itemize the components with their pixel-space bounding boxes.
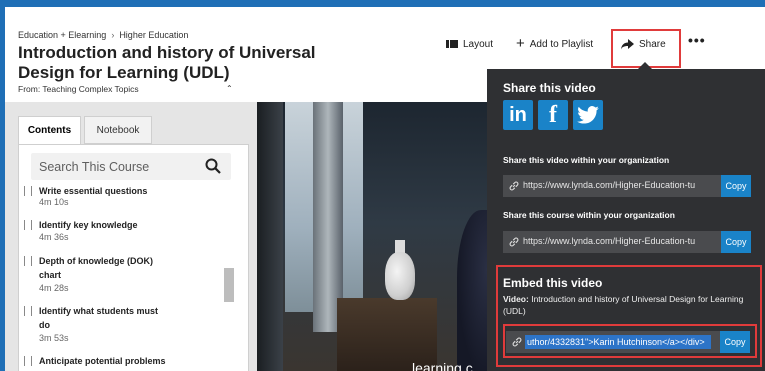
share-org-video-url-field[interactable]: https://www.lynda.com/Higher-Education-t… [503,175,751,197]
checkbox-icon[interactable] [24,356,32,366]
list-item[interactable]: Depth of knowledge (DOK) chart 4m 28s [24,254,229,294]
item-duration: 4m 36s [39,232,69,242]
embed-code[interactable]: uthor/4332831">Karin Hutchinson</a></div… [525,335,711,349]
share-popup-title: Share this video [503,81,596,95]
list-item[interactable]: Write essential questions 4m 10s [24,184,229,210]
share-org-video-label: Share this video within your organizatio… [503,155,670,165]
add-to-playlist-label: Add to Playlist [529,38,594,50]
item-duration: 3m 53s [39,333,69,343]
course-sidebar: Contents Notebook Write essential questi… [5,102,257,371]
video-player[interactable]: learning c [257,102,507,371]
linkedin-icon[interactable]: in [503,100,533,130]
item-title: Identify what students must do [39,306,159,330]
video-scene-frame [257,102,283,371]
share-arrow-icon [621,38,634,49]
item-duration: 4m 28s [39,283,69,293]
share-popup: Share this video in f Share this video w… [487,69,765,371]
embed-description: Video: Introduction and history of Unive… [503,293,753,317]
tab-contents[interactable]: Contents [18,116,81,144]
checkbox-icon[interactable] [24,256,32,266]
item-title: Depth of knowledge (DOK) chart [39,256,153,280]
search-box [31,153,231,180]
embed-video-title: Introduction and history of Universal De… [503,294,744,316]
breadcrumb-item-education[interactable]: Education + Elearning [18,30,106,40]
copy-video-url-button[interactable]: Copy [721,175,751,197]
checkbox-icon[interactable] [24,186,32,196]
chevron-right-icon: › [111,30,115,40]
list-item[interactable]: Identify what students must do 3m 53s [24,304,229,344]
list-item[interactable]: Anticipate potential problems [24,354,229,370]
list-item[interactable]: Identify key knowledge 4m 36s [24,218,229,244]
breadcrumb: Education + Elearning › Higher Education [18,30,188,40]
course-source[interactable]: From: Teaching Complex Topics [18,84,139,94]
breadcrumb-item-higher-education[interactable]: Higher Education [119,30,188,40]
layout-button[interactable]: Layout [446,34,493,54]
item-title: Write essential questions [39,186,148,196]
item-duration: 4m 10s [39,197,69,207]
layout-label: Layout [463,38,494,50]
link-icon [509,237,519,247]
scroll-up-arrow[interactable]: ⌃ [226,84,233,93]
share-org-course-url: https://www.lynda.com/Higher-Education-t… [523,236,696,246]
share-org-video-url: https://www.lynda.com/Higher-Education-t… [523,180,696,190]
twitter-bird-glyph [577,106,599,124]
page-title: Introduction and history of Universal De… [18,43,316,82]
share-org-course-url-field[interactable]: https://www.lynda.com/Higher-Education-t… [503,231,751,253]
twitter-icon[interactable] [573,100,603,130]
video-scene-vase [385,252,415,300]
checkbox-icon[interactable] [24,220,32,230]
layout-icon [446,40,458,48]
checkbox-icon[interactable] [24,306,32,316]
add-to-playlist-button[interactable]: + Add to Playlist [516,34,593,54]
more-options-button[interactable]: ••• [688,30,706,50]
share-label: Share [639,38,666,50]
tab-notebook[interactable]: Notebook [84,116,152,144]
item-title: Anticipate potential problems [39,356,166,366]
search-icon[interactable] [205,158,221,174]
embed-code-field[interactable]: uthor/4332831">Karin Hutchinson</a></div… [506,331,750,353]
search-input[interactable] [39,158,199,175]
share-button[interactable]: Share [621,34,666,54]
plus-icon: + [516,35,525,52]
top-accent-bar [5,0,765,7]
share-org-course-label: Share this course within your organizati… [503,210,675,220]
video-caption: learning c [412,360,473,371]
embed-video-label: Video: [503,294,529,304]
item-title: Identify key knowledge [39,220,138,230]
scrollbar-thumb[interactable] [224,268,234,302]
facebook-icon[interactable]: f [538,100,568,130]
link-icon [512,337,522,347]
copy-embed-code-button[interactable]: Copy [720,331,750,353]
embed-title: Embed this video [503,276,603,290]
link-icon [509,181,519,191]
copy-course-url-button[interactable]: Copy [721,231,751,253]
